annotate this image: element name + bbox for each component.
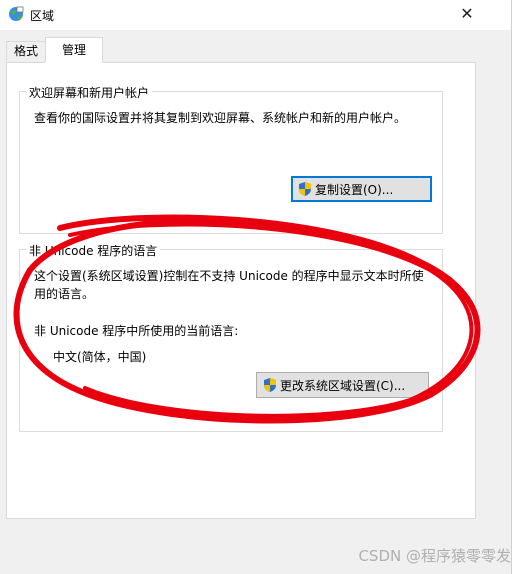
button-label: 更改系统区域设置(C)... [280, 378, 406, 393]
non-unicode-group: 非 Unicode 程序的语言 这个设置(系统区域设置)控制在不支持 Unico… [19, 242, 443, 432]
close-button[interactable]: ✕ [452, 0, 482, 30]
tab-label: 格式 [13, 44, 38, 58]
current-language-label: 非 Unicode 程序中所使用的当前语言: [34, 324, 239, 338]
tab-formats[interactable]: 格式 [6, 41, 46, 61]
group-legend: 欢迎屏幕和新用户帐户 [26, 84, 153, 101]
group-legend: 非 Unicode 程序的语言 [26, 242, 161, 259]
tab-panel-administrative: 欢迎屏幕和新用户帐户 查看你的国际设置并将其复制到欢迎屏幕、系统帐户和新的用户帐… [6, 62, 476, 519]
title-bar: 区域 ✕ [0, 0, 511, 30]
button-label: 复制设置(O)... [315, 182, 394, 197]
tab-label: 管理 [61, 43, 86, 57]
close-icon: ✕ [460, 4, 474, 23]
copy-settings-button[interactable]: 复制设置(O)... [291, 176, 432, 202]
group-description: 查看你的国际设置并将其复制到欢迎屏幕、系统帐户和新的用户帐户。 [34, 111, 407, 125]
region-dialog: 区域 ✕ 格式 管理 欢迎屏幕和新用户帐户 查看你的国际设置并将其复制到欢迎屏幕… [0, 0, 512, 574]
welcome-screen-group: 欢迎屏幕和新用户帐户 查看你的国际设置并将其复制到欢迎屏幕、系统帐户和新的用户帐… [19, 84, 443, 234]
change-system-locale-button[interactable]: 更改系统区域设置(C)... [256, 372, 429, 398]
uac-shield-icon [299, 182, 311, 196]
group-description: 这个设置(系统区域设置)控制在不支持 Unicode 的程序中显示文本时所使用的… [34, 269, 424, 301]
watermark: CSDN @程序猿零零发 [358, 547, 511, 565]
current-language-value: 中文(简体，中国) [53, 350, 147, 364]
globe-icon [9, 6, 24, 21]
background-strip [512, 0, 525, 574]
window-title: 区域 [30, 9, 55, 23]
tab-administrative[interactable]: 管理 [45, 37, 103, 63]
uac-shield-icon [264, 378, 276, 392]
